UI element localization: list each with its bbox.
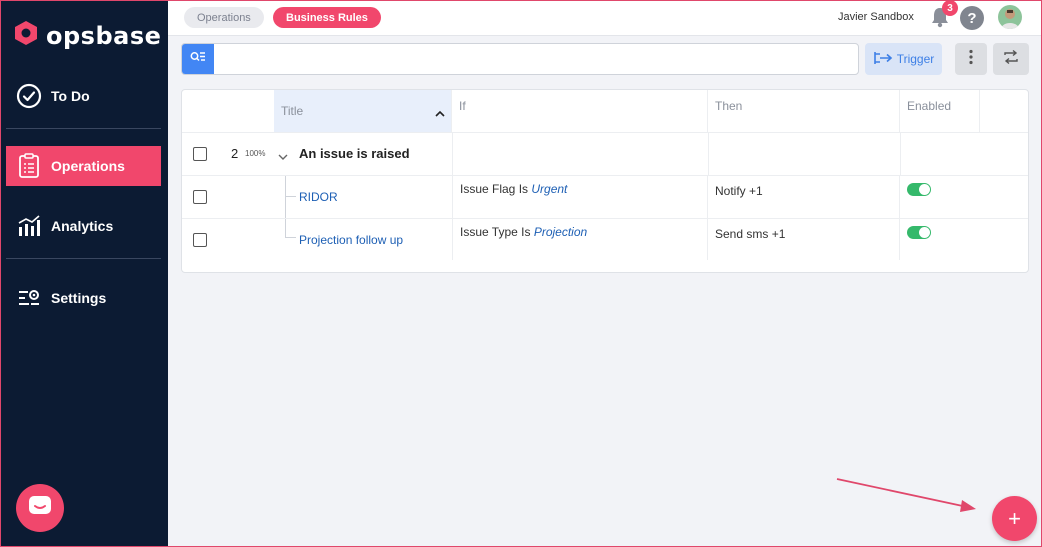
then-cell: Notify +1 bbox=[708, 176, 900, 218]
table-row[interactable]: RIDOR Issue Flag Is Urgent Notify +1 bbox=[182, 175, 1028, 218]
row-checkbox[interactable] bbox=[193, 233, 207, 247]
group-count: 2 bbox=[231, 146, 239, 161]
annotation-arrow-icon bbox=[836, 478, 976, 512]
column-header-select bbox=[182, 90, 274, 132]
clipboard-icon bbox=[16, 153, 42, 179]
logo[interactable]: opsbase bbox=[14, 20, 161, 51]
sidebar: opsbase To Do Operations Analytics Setti… bbox=[0, 0, 168, 547]
group-title: An issue is raised bbox=[299, 146, 410, 161]
chat-bubble-icon bbox=[28, 495, 52, 522]
sidebar-item-label: Settings bbox=[51, 290, 107, 306]
if-cell: Issue Flag Is Urgent bbox=[452, 176, 708, 218]
sidebar-divider bbox=[6, 258, 161, 259]
search-filter-icon bbox=[190, 50, 206, 68]
sidebar-item-label: Operations bbox=[51, 158, 125, 174]
sort-ascending-icon[interactable] bbox=[435, 106, 445, 120]
more-options-button[interactable] bbox=[955, 43, 987, 75]
settings-sliders-icon bbox=[16, 285, 42, 311]
table-row[interactable]: Projection follow up Issue Type Is Proje… bbox=[182, 218, 1028, 260]
swap-button[interactable] bbox=[993, 43, 1029, 75]
tab-business-rules[interactable]: Business Rules bbox=[273, 7, 381, 28]
check-circle-icon bbox=[16, 83, 42, 109]
column-header-then[interactable]: Then bbox=[708, 90, 900, 132]
tab-operations[interactable]: Operations bbox=[184, 7, 264, 28]
rule-title-link[interactable]: Projection follow up bbox=[299, 233, 403, 247]
sidebar-item-analytics[interactable]: Analytics bbox=[6, 206, 161, 246]
group-percent: 100% bbox=[245, 149, 266, 158]
sidebar-item-operations[interactable]: Operations bbox=[6, 146, 161, 186]
add-rule-button[interactable]: + bbox=[992, 496, 1037, 541]
trigger-label: Trigger bbox=[896, 52, 935, 66]
tree-connector bbox=[285, 237, 296, 238]
if-cell: Issue Type Is Projection bbox=[452, 219, 708, 260]
more-vertical-icon bbox=[969, 49, 973, 70]
chevron-down-icon[interactable] bbox=[278, 148, 288, 166]
search-bar bbox=[181, 43, 859, 75]
filter-search-button[interactable] bbox=[182, 44, 214, 74]
sidebar-divider bbox=[6, 128, 161, 129]
column-header-enabled[interactable]: Enabled bbox=[900, 90, 980, 132]
then-cell: Send sms +1 bbox=[708, 219, 900, 260]
sidebar-item-label: To Do bbox=[51, 88, 90, 104]
chat-support-button[interactable] bbox=[16, 484, 64, 532]
sidebar-item-todo[interactable]: To Do bbox=[6, 76, 161, 116]
sidebar-item-settings[interactable]: Settings bbox=[6, 278, 161, 318]
rule-title-link[interactable]: RIDOR bbox=[299, 190, 338, 204]
help-button[interactable]: ? bbox=[960, 6, 984, 30]
trigger-button[interactable]: Trigger bbox=[865, 43, 942, 75]
bar-chart-icon bbox=[16, 213, 42, 239]
group-row[interactable]: 2 100% An issue is raised bbox=[182, 132, 1028, 175]
business-rules-table: Title If Then Enabled 2 100% An issue is… bbox=[181, 89, 1029, 273]
column-header-if[interactable]: If bbox=[452, 90, 708, 132]
avatar[interactable] bbox=[998, 5, 1022, 29]
notification-count-badge: 3 bbox=[942, 0, 958, 16]
enabled-toggle[interactable] bbox=[907, 226, 931, 239]
logo-text: opsbase bbox=[46, 21, 162, 50]
enabled-toggle[interactable] bbox=[907, 183, 931, 196]
row-checkbox[interactable] bbox=[193, 190, 207, 204]
sidebar-item-label: Analytics bbox=[51, 218, 114, 234]
column-header-title[interactable]: Title bbox=[274, 90, 452, 132]
swap-arrows-icon bbox=[1003, 49, 1019, 70]
trigger-flow-icon bbox=[873, 50, 897, 69]
search-input[interactable] bbox=[216, 46, 846, 72]
logo-hexagon-icon bbox=[14, 20, 38, 51]
user-name[interactable]: Javier Sandbox bbox=[838, 11, 914, 23]
group-row-checkbox[interactable] bbox=[193, 147, 207, 161]
top-bar: Operations Business Rules Javier Sandbox… bbox=[168, 0, 1042, 36]
tree-connector bbox=[285, 196, 296, 197]
